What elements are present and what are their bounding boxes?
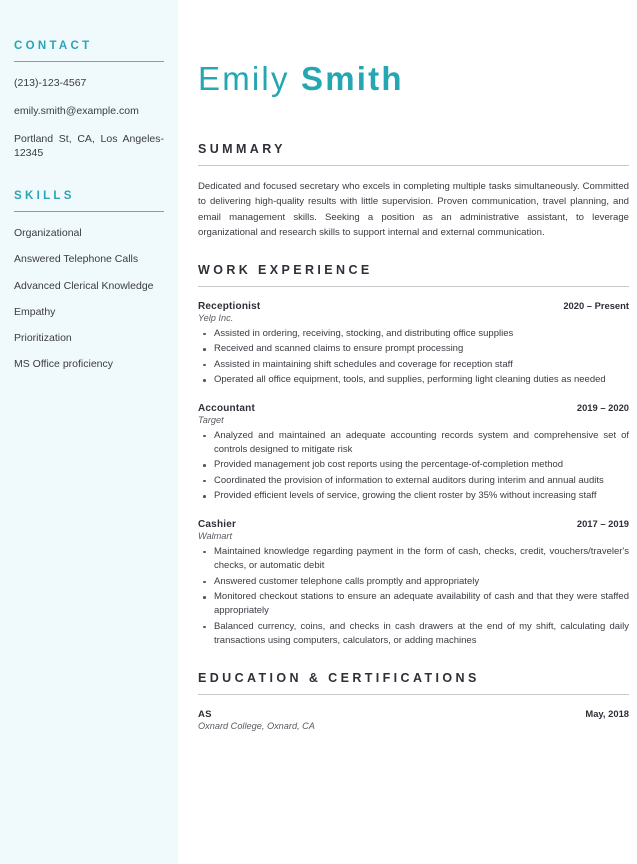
job-bullet: Assisted in maintaining shift schedules … [198, 358, 629, 372]
main-content: Emily Smith SUMMARY Dedicated and focuse… [178, 0, 637, 864]
summary-text: Dedicated and focused secretary who exce… [198, 180, 629, 239]
contact-divider [14, 60, 164, 62]
job-entry: Accountant 2019 – 2020 Target Analyzed a… [198, 402, 629, 504]
job-bullet: Provided efficient levels of service, gr… [198, 489, 629, 503]
job-entry: Receptionist 2020 – Present Yelp Inc. As… [198, 300, 629, 388]
job-bullet: Coordinated the provision of information… [198, 474, 629, 488]
job-date: 2017 – 2019 [576, 517, 629, 529]
job-bullets: Analyzed and maintained an adequate acco… [198, 429, 629, 504]
job-title: Cashier [198, 518, 237, 530]
skill-item: Prioritization [14, 331, 72, 344]
contact-heading: CONTACT [14, 40, 93, 52]
job-header: Accountant 2019 – 2020 [198, 402, 629, 414]
job-bullet: Maintained knowledge regarding payment i… [198, 545, 629, 574]
job-header: Receptionist 2020 – Present [198, 300, 629, 312]
section-summary: SUMMARY Dedicated and focused secretary … [198, 142, 629, 241]
education-degree: AS [198, 708, 212, 720]
first-name: Emily [198, 60, 290, 97]
sidebar-section-contact: CONTACT (213)-123-4567 emily.smith@examp… [14, 40, 164, 160]
skills-heading: SKILLS [14, 190, 75, 203]
skills-list: Organizational Answered Telephone Calls … [14, 226, 164, 371]
job-bullet: Balanced currency, coins, and checks in … [198, 620, 629, 649]
job-date: 2019 – 2020 [576, 401, 629, 413]
job-date: 2020 – Present [563, 299, 629, 311]
skills-divider [14, 211, 164, 213]
job-bullet: Received and scanned claims to ensure pr… [198, 342, 629, 356]
education-divider [198, 693, 629, 695]
job-bullet: Provided management job cost reports usi… [198, 458, 629, 472]
sidebar-section-skills: SKILLS Organizational Answered Telephone… [14, 190, 164, 371]
education-entry: AS May, 2018 Oxnard College, Oxnard, CA [198, 708, 629, 731]
job-bullets: Assisted in ordering, receiving, stockin… [198, 327, 629, 388]
job-bullet: Assisted in ordering, receiving, stockin… [198, 327, 629, 341]
job-bullet: Answered customer telephone calls prompt… [198, 575, 629, 589]
sidebar: CONTACT (213)-123-4567 emily.smith@examp… [0, 0, 178, 864]
work-experience-divider [198, 285, 629, 287]
skill-item: Answered Telephone Calls [14, 253, 139, 266]
page-title: Emily Smith [198, 60, 629, 97]
job-header: Cashier 2017 – 2019 [198, 518, 629, 530]
section-education: EDUCATION & CERTIFICATIONS AS May, 2018 … [198, 671, 629, 731]
skill-item: MS Office proficiency [14, 358, 114, 371]
job-bullet: Analyzed and maintained an adequate acco… [198, 429, 629, 458]
work-experience-heading: WORK EXPERIENCE [198, 262, 373, 277]
summary-heading: SUMMARY [198, 141, 286, 156]
job-bullet: Monitored checkout stations to ensure an… [198, 590, 629, 619]
resume-page: CONTACT (213)-123-4567 emily.smith@examp… [0, 0, 637, 864]
job-organization: Walmart [198, 530, 233, 541]
job-organization: Yelp Inc. [198, 312, 234, 323]
last-name: Smith [301, 60, 404, 97]
job-organization: Target [198, 414, 224, 425]
contact-address: Portland St, CA, Los Angeles-12345 [14, 133, 164, 160]
education-school: Oxnard College, Oxnard, CA [198, 720, 315, 731]
job-title: Receptionist [198, 300, 261, 312]
skill-item: Empathy [14, 305, 56, 318]
education-header: AS May, 2018 [198, 708, 629, 720]
section-work-experience: WORK EXPERIENCE Receptionist 2020 – Pres… [198, 263, 629, 649]
contact-email[interactable]: emily.smith@example.com [14, 104, 164, 118]
job-bullet: Operated all office equipment, tools, an… [198, 373, 629, 387]
education-date: May, 2018 [585, 707, 629, 719]
contact-phone[interactable]: (213)-123-4567 [14, 76, 164, 90]
education-heading: EDUCATION & CERTIFICATIONS [198, 670, 480, 685]
job-bullets: Maintained knowledge regarding payment i… [198, 545, 629, 649]
job-title: Accountant [198, 402, 255, 414]
contact-list: (213)-123-4567 emily.smith@example.com P… [14, 76, 164, 161]
skill-item: Organizational [14, 227, 82, 240]
job-entry: Cashier 2017 – 2019 Walmart Maintained k… [198, 518, 629, 649]
summary-divider [198, 164, 629, 166]
skill-item: Advanced Clerical Knowledge [14, 279, 154, 292]
